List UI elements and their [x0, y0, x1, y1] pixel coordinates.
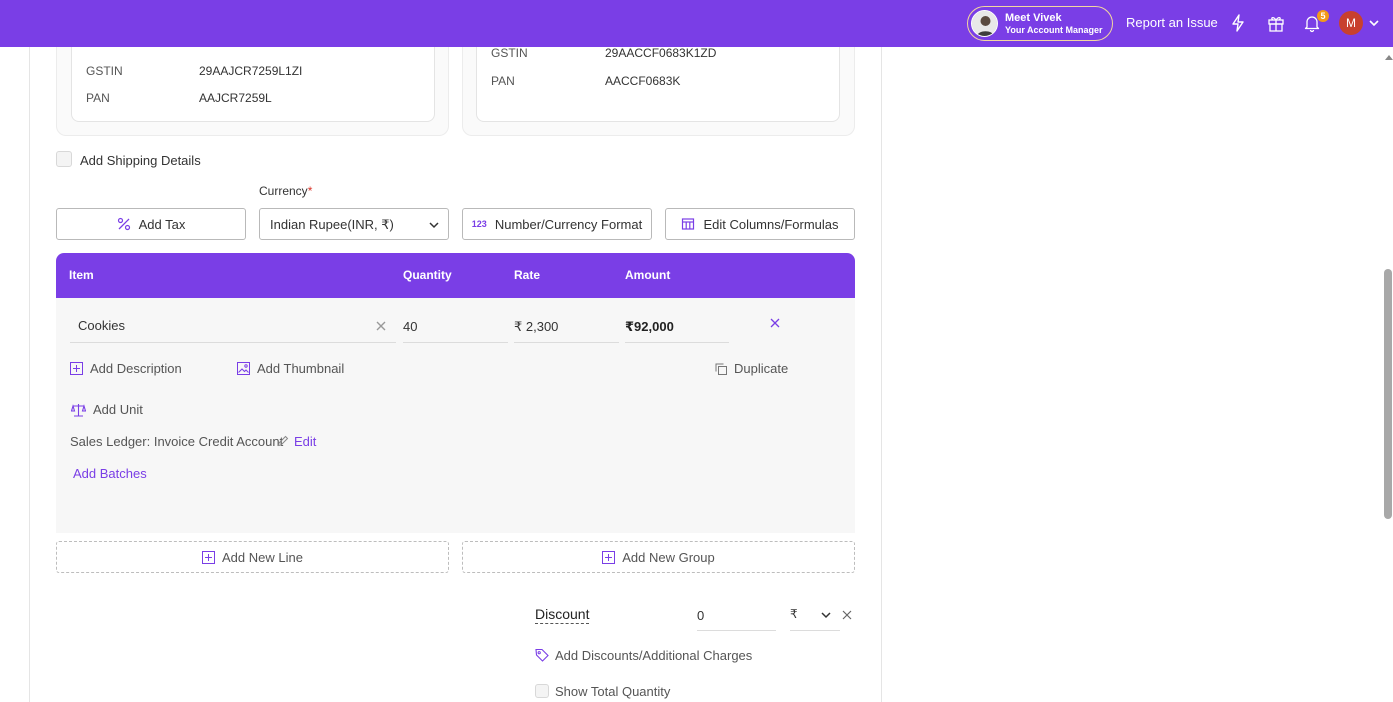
show-total-quantity-checkbox[interactable] — [535, 684, 549, 698]
column-header-rate: Rate — [514, 268, 541, 282]
edit-ledger-link[interactable]: Edit — [294, 434, 316, 449]
duplicate-link[interactable]: Duplicate — [734, 361, 788, 376]
billed-to-gstin-value: 29AACCF0683K1ZD — [605, 46, 717, 60]
add-batches-link[interactable]: Add Batches — [73, 466, 147, 481]
discount-unit-underline — [790, 630, 840, 631]
user-avatar[interactable]: M — [1339, 11, 1363, 35]
image-icon — [237, 362, 250, 375]
tag-icon — [535, 648, 549, 662]
top-bar: Meet Vivek Your Account Manager Report a… — [0, 0, 1393, 47]
discount-unit-select[interactable]: ₹ — [790, 607, 798, 621]
edit-columns-button[interactable]: Edit Columns/Formulas — [665, 208, 855, 240]
add-new-line-button[interactable]: Add New Line — [56, 541, 449, 573]
column-header-quantity: Quantity — [403, 268, 452, 282]
account-manager-avatar — [971, 10, 998, 37]
pencil-icon — [277, 435, 289, 447]
number-format-icon: 123 — [471, 219, 487, 229]
sales-ledger-text: Sales Ledger: Invoice Credit Account — [70, 434, 284, 449]
currency-label: Currency* — [259, 184, 313, 198]
billed-to-pan-value: AACCF0683K — [605, 74, 681, 88]
plus-square-icon — [70, 362, 83, 375]
plus-square-icon — [202, 550, 216, 564]
lightning-icon[interactable] — [1228, 13, 1248, 33]
close-icon[interactable] — [842, 610, 852, 620]
clear-item-icon[interactable] — [376, 321, 386, 331]
items-table-body — [56, 298, 855, 533]
quantity-input[interactable]: 40 — [403, 319, 417, 334]
edit-columns-label: Edit Columns/Formulas — [703, 216, 839, 232]
rate-input[interactable]: ₹ 2,300 — [514, 319, 558, 335]
account-manager-subtitle: Your Account Manager — [1005, 25, 1103, 35]
column-header-amount: Amount — [625, 268, 671, 282]
chevron-down-icon — [428, 219, 440, 231]
discount-input[interactable]: 0 — [697, 608, 704, 623]
discount-input-underline — [697, 630, 776, 631]
billed-by-details — [71, 47, 435, 122]
account-manager-button[interactable]: Meet Vivek Your Account Manager — [967, 6, 1113, 41]
currency-value: Indian Rupee(INR, ₹) — [270, 217, 394, 232]
billed-by-gstin-value: 29AAJCR7259L1ZI — [199, 64, 303, 78]
shipping-checkbox[interactable] — [56, 151, 72, 167]
scroll-up-arrow[interactable] — [1385, 55, 1393, 60]
notification-badge: 5 — [1317, 10, 1329, 22]
add-new-group-label: Add New Group — [622, 549, 715, 565]
add-unit-link[interactable]: Add Unit — [93, 402, 143, 417]
column-header-item: Item — [69, 268, 94, 282]
item-input-underline — [70, 342, 396, 343]
account-manager-name: Meet Vivek — [1005, 12, 1062, 24]
plus-square-icon — [602, 550, 616, 564]
report-issue-link[interactable]: Report an Issue — [1126, 15, 1218, 30]
add-new-line-label: Add New Line — [222, 549, 303, 565]
add-new-group-button[interactable]: Add New Group — [462, 541, 855, 573]
scale-icon — [71, 403, 86, 417]
item-name-input[interactable]: Cookies — [78, 318, 125, 333]
copy-icon — [715, 363, 727, 375]
quantity-input-underline — [403, 342, 508, 343]
add-tax-label: Add Tax — [138, 216, 186, 232]
add-description-link[interactable]: Add Description — [90, 361, 182, 376]
chevron-down-icon[interactable] — [820, 609, 832, 621]
number-format-label: Number/Currency Format — [494, 216, 643, 232]
columns-icon — [681, 217, 695, 231]
discount-label[interactable]: Discount — [535, 606, 590, 624]
billed-by-pan-label: PAN — [86, 91, 110, 105]
items-table-header: Item Quantity Rate Amount — [56, 253, 855, 298]
add-tax-button[interactable]: Add Tax — [56, 208, 246, 240]
add-thumbnail-link[interactable]: Add Thumbnail — [257, 361, 344, 376]
remove-row-icon[interactable] — [770, 318, 780, 328]
chevron-down-icon[interactable] — [1368, 17, 1380, 29]
billed-to-pan-label: PAN — [491, 74, 515, 88]
amount-value: ₹92,000 — [625, 319, 674, 334]
number-currency-format-button[interactable]: 123 Number/Currency Format — [462, 208, 652, 240]
percent-icon — [117, 217, 131, 231]
page-scrollbar[interactable] — [1384, 269, 1392, 519]
add-discounts-link[interactable]: Add Discounts/Additional Charges — [555, 648, 752, 663]
billed-by-pan-value: AAJCR7259L — [199, 91, 272, 105]
currency-select[interactable]: Indian Rupee(INR, ₹) — [259, 208, 449, 240]
amount-underline — [625, 342, 729, 343]
show-total-quantity-label: Show Total Quantity — [555, 684, 671, 699]
gift-icon[interactable] — [1266, 13, 1286, 33]
shipping-label: Add Shipping Details — [80, 153, 201, 168]
rate-input-underline — [514, 342, 619, 343]
billed-by-gstin-label: GSTIN — [86, 64, 123, 78]
billed-to-gstin-label: GSTIN — [491, 46, 528, 60]
